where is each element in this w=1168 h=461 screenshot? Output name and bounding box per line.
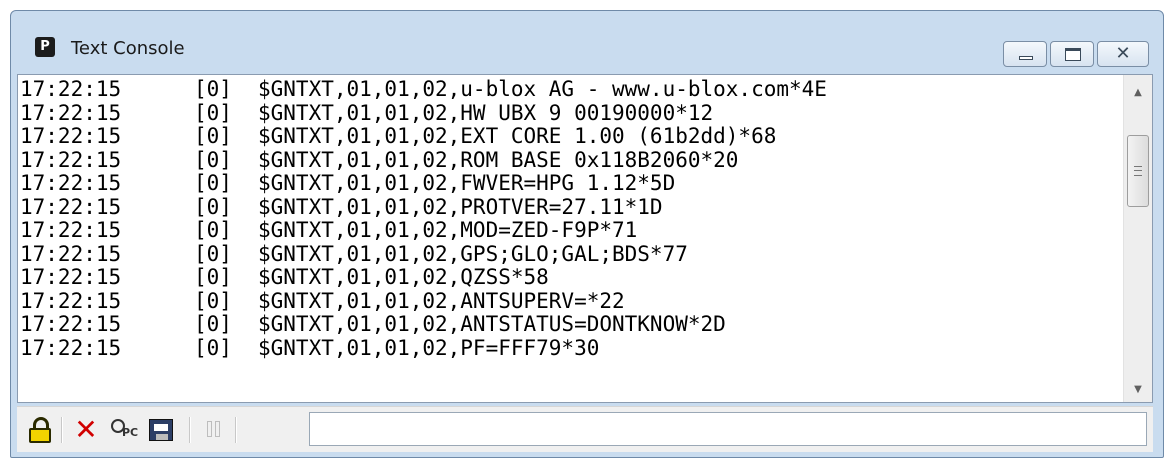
line-channel: [0]	[194, 147, 232, 172]
save-icon[interactable]	[149, 417, 177, 443]
line-message: $GNTXT,01,01,02,EXT CORE 1.00 (61b2dd)*6…	[258, 124, 777, 148]
window-title: Text Console	[71, 38, 185, 59]
console-line: 17:22:15 [0] $GNTXT,01,01,02,PROTVER=27.11…	[20, 194, 1122, 220]
line-timestamp: 17:22:15	[20, 171, 122, 195]
scroll-up-arrow-icon[interactable]: ▲	[1124, 81, 1152, 105]
minimize-button[interactable]	[1003, 41, 1047, 67]
line-timestamp: 17:22:15	[20, 241, 122, 266]
console-toolbar: ✕ PC	[17, 406, 1153, 452]
line-channel: [0]	[194, 194, 232, 219]
line-message: $GNTXT,01,01,02,GPS;GLO;GAL;BDS*77	[258, 241, 688, 266]
close-icon: ✕	[1115, 43, 1131, 64]
vertical-scrollbar[interactable]: ▲ ▼	[1123, 75, 1152, 402]
maximize-button[interactable]	[1050, 41, 1094, 67]
console-line: 17:22:15 [0] $GNTXT,01,01,02,ANTSUPERV=*22	[20, 288, 1122, 314]
scroll-down-arrow-icon[interactable]: ▼	[1124, 378, 1152, 402]
line-timestamp: 17:22:15	[20, 288, 122, 313]
close-button[interactable]: ✕	[1097, 41, 1149, 67]
line-channel: [0]	[194, 124, 232, 148]
line-message: $GNTXT,01,01,02,HW UBX 9 00190000*12	[258, 100, 714, 125]
window-controls: ✕	[1003, 41, 1149, 67]
console-line: 17:22:15 [0] $GNTXT,01,01,02,EXT CORE 1.00…	[20, 124, 1122, 149]
title-bar[interactable]: P Text Console ✕	[11, 11, 1163, 71]
console-line: 17:22:15 [0] $GNTXT,01,01,02,MOD=ZED-F9P*7…	[20, 218, 1122, 243]
line-message: $GNTXT,01,01,02,u-blox AG - www.u-blox.c…	[258, 77, 827, 101]
line-timestamp: 17:22:15	[20, 335, 122, 360]
clear-icon[interactable]: ✕	[73, 416, 99, 444]
text-console-window: P Text Console ✕ 17:22:15 [0] $GNTXT,01,01…	[10, 10, 1164, 458]
console-line: 17:22:15 [0] $GNTXT,01,01,02,ROM BASE 0x11…	[20, 147, 1122, 173]
console-line: 17:22:15 [0] $GNTXT,01,01,02,QZSS*58	[20, 265, 1122, 290]
toolbar-separator	[235, 417, 237, 443]
line-timestamp: 17:22:15	[20, 194, 122, 219]
line-message: $GNTXT,01,01,02,PF=FFF79*30	[258, 335, 600, 360]
app-icon: P	[35, 37, 55, 57]
line-message: $GNTXT,01,01,02,FWVER=HPG 1.12*5D	[258, 171, 676, 195]
pause-icon[interactable]	[203, 417, 223, 443]
line-timestamp: 17:22:15	[20, 147, 122, 172]
line-message: $GNTXT,01,01,02,PROTVER=27.11*1D	[258, 194, 663, 219]
line-channel: [0]	[194, 218, 232, 242]
line-timestamp: 17:22:15	[20, 124, 122, 148]
line-timestamp: 17:22:15	[20, 312, 122, 336]
line-channel: [0]	[194, 288, 232, 313]
line-channel: [0]	[194, 265, 232, 289]
console-lines: 17:22:15 [0] $GNTXT,01,01,02,u-blox AG - w…	[20, 77, 1122, 361]
maximize-icon	[1065, 48, 1081, 61]
pc-time-label: PC	[122, 426, 139, 439]
line-channel: [0]	[194, 77, 232, 101]
line-channel: [0]	[194, 241, 232, 266]
line-timestamp: 17:22:15	[20, 218, 122, 242]
line-message: $GNTXT,01,01,02,QZSS*58	[258, 265, 549, 289]
toolbar-separator	[189, 417, 191, 443]
pc-time-icon[interactable]: PC	[111, 417, 139, 443]
line-timestamp: 17:22:15	[20, 77, 122, 101]
line-channel: [0]	[194, 312, 232, 336]
line-message: $GNTXT,01,01,02,ANTSUPERV=*22	[258, 288, 625, 313]
console-line: 17:22:15 [0] $GNTXT,01,01,02,u-blox AG - w…	[20, 77, 1122, 102]
line-message: $GNTXT,01,01,02,ROM BASE 0x118B2060*20	[258, 147, 739, 172]
console-line: 17:22:15 [0] $GNTXT,01,01,02,GPS;GLO;GAL;B…	[20, 241, 1122, 267]
line-message: $GNTXT,01,01,02,MOD=ZED-F9P*71	[258, 218, 638, 242]
minimize-icon	[1019, 56, 1033, 60]
line-channel: [0]	[194, 171, 232, 195]
command-input[interactable]	[309, 412, 1147, 446]
console-line: 17:22:15 [0] $GNTXT,01,01,02,PF=FFF79*30	[20, 335, 1122, 361]
console-line: 17:22:15 [0] $GNTXT,01,01,02,FWVER=HPG 1.1…	[20, 171, 1122, 196]
console-line: 17:22:15 [0] $GNTXT,01,01,02,HW UBX 9 0019…	[20, 100, 1122, 126]
line-channel: [0]	[194, 100, 232, 125]
console-output[interactable]: 17:22:15 [0] $GNTXT,01,01,02,u-blox AG - w…	[17, 74, 1153, 403]
scroll-thumb[interactable]	[1127, 135, 1149, 207]
grip-icon	[1134, 166, 1142, 176]
line-timestamp: 17:22:15	[20, 265, 122, 289]
toolbar-separator	[61, 417, 63, 443]
console-line: 17:22:15 [0] $GNTXT,01,01,02,ANTSTATUS=DON…	[20, 312, 1122, 337]
line-timestamp: 17:22:15	[20, 100, 122, 125]
line-message: $GNTXT,01,01,02,ANTSTATUS=DONTKNOW*2D	[258, 312, 726, 336]
lock-icon[interactable]	[29, 417, 51, 443]
line-channel: [0]	[194, 335, 232, 360]
